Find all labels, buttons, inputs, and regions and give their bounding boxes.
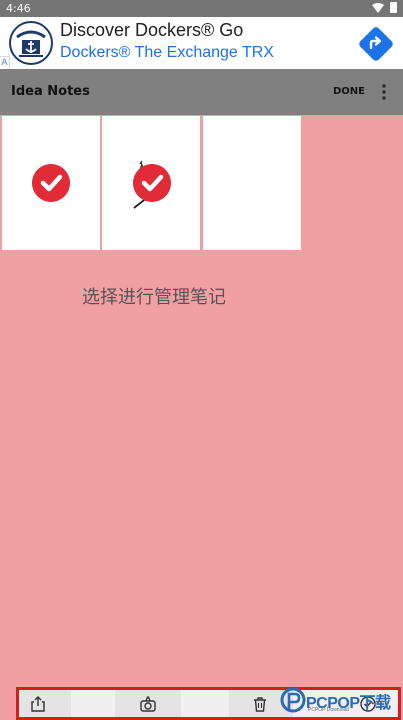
dockers-logo-icon: [9, 21, 53, 65]
check-selected-icon: [133, 164, 171, 202]
hint-text: 选择进行管理笔记: [82, 287, 226, 308]
note-tile[interactable]: [2, 116, 100, 250]
battery-icon: [390, 2, 397, 13]
watermark-tagline: PCPOP Download: [308, 707, 350, 713]
more-vert-icon[interactable]: [378, 83, 390, 101]
note-tile[interactable]: [203, 116, 301, 250]
status-time: 4:46: [6, 2, 31, 15]
wifi-icon: [372, 2, 384, 13]
trash-icon[interactable]: [251, 695, 269, 713]
status-icons: [372, 2, 397, 13]
watermark: PCPOP下载 PCPOP Download: [280, 684, 400, 718]
note-tile[interactable]: [102, 116, 200, 250]
notes-grid: [2, 116, 302, 250]
camera-icon[interactable]: [139, 695, 157, 713]
status-bar: 4:46: [0, 0, 403, 17]
check-selected-icon: [32, 164, 70, 202]
ad-title[interactable]: Discover Dockers® Go: [60, 20, 243, 41]
ad-banner[interactable]: A Discover Dockers® Go Dockers® The Exch…: [0, 17, 403, 69]
done-button[interactable]: DONE: [333, 86, 365, 97]
share-icon[interactable]: [29, 695, 47, 713]
page-title: Idea Notes: [11, 84, 90, 99]
pcpop-logo-icon: [280, 687, 306, 713]
ad-subtitle[interactable]: Dockers® The Exchange TRX: [60, 44, 274, 62]
ad-badge[interactable]: A: [0, 56, 10, 68]
directions-arrow-icon[interactable]: [358, 26, 394, 62]
app-bar: Idea Notes DONE: [0, 69, 403, 115]
